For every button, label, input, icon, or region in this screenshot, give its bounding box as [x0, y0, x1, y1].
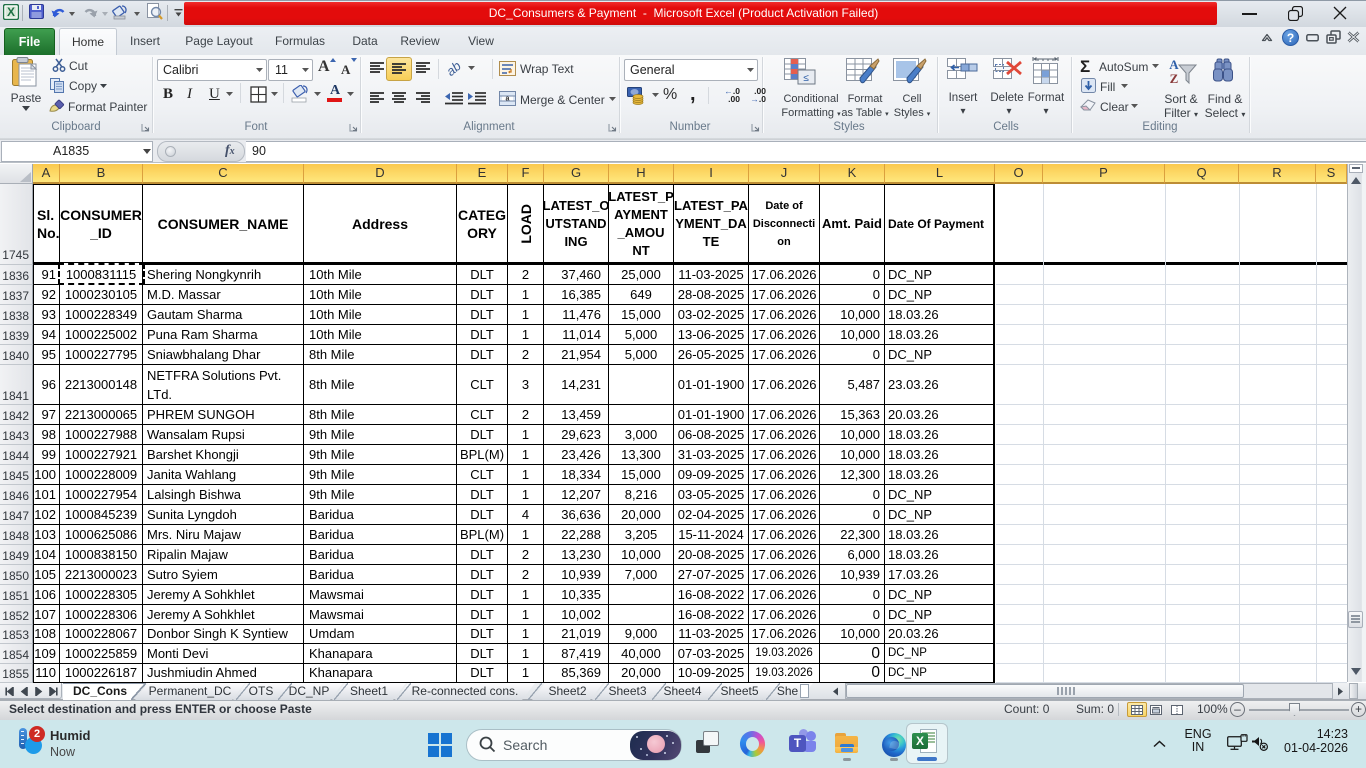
svg-text:A: A	[1169, 57, 1179, 72]
svg-text:≤: ≤	[803, 73, 809, 84]
svg-text:a: a	[506, 96, 510, 103]
svg-text:X: X	[7, 5, 15, 19]
svg-text:Z: Z	[1170, 71, 1179, 85]
